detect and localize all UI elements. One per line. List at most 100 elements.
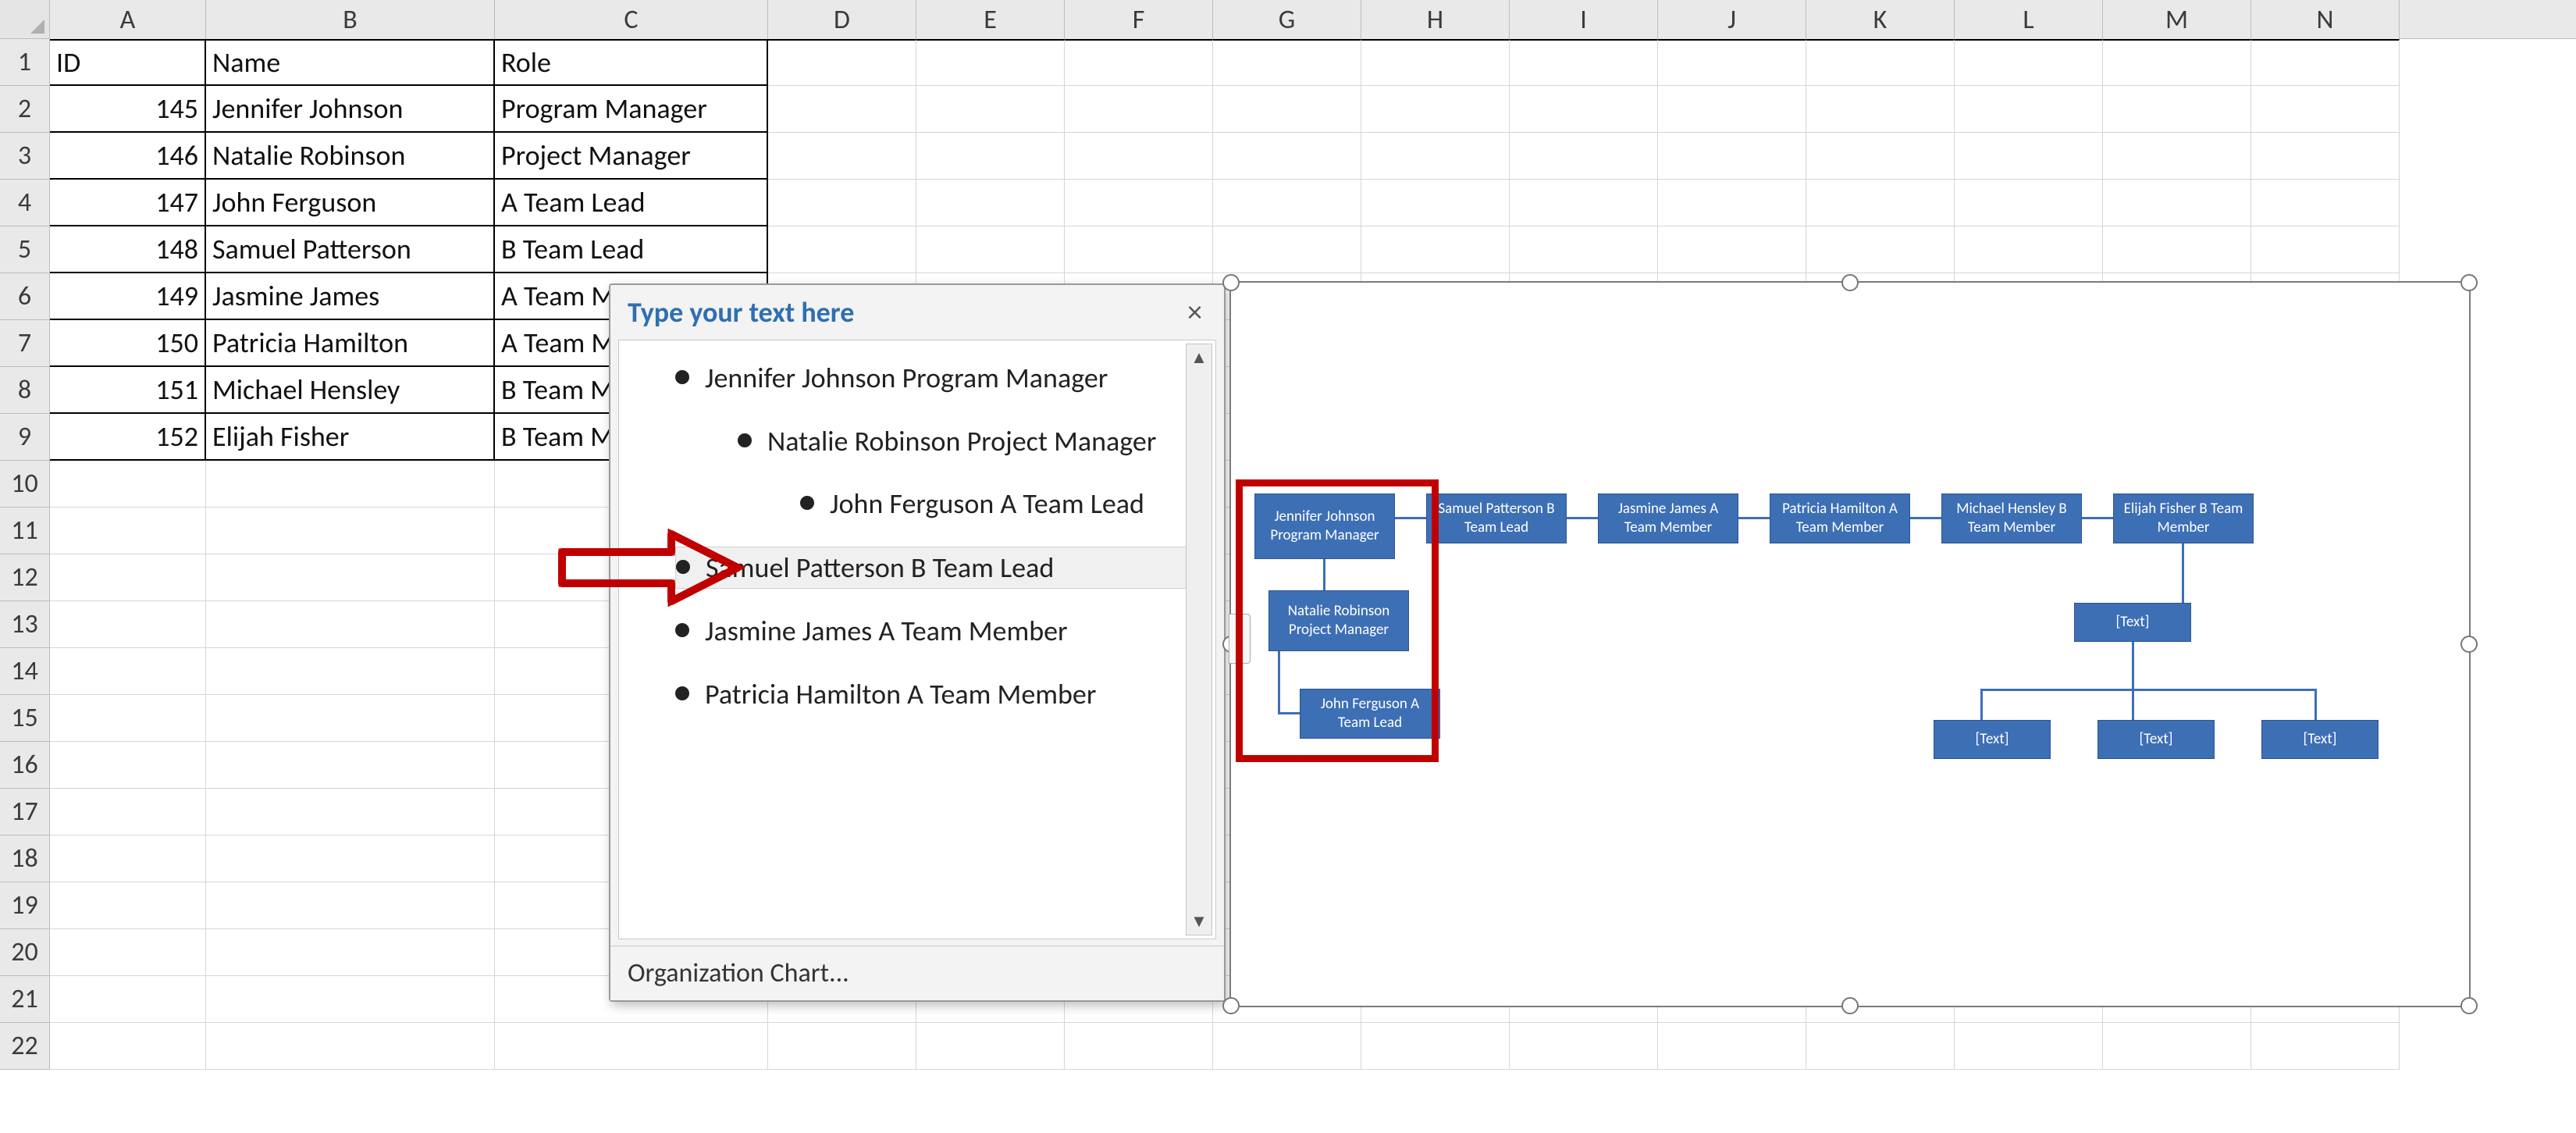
cell[interactable] [1955, 180, 2103, 226]
cell[interactable]: ID [50, 39, 206, 86]
cell[interactable] [1658, 180, 1806, 226]
org-node[interactable]: John Ferguson A Team Lead [1300, 689, 1440, 739]
selection-handle[interactable] [2460, 274, 2478, 291]
cell[interactable] [2103, 86, 2251, 133]
cell[interactable] [206, 508, 495, 554]
cell[interactable] [1658, 39, 1806, 86]
cell[interactable] [50, 648, 206, 695]
cell[interactable] [1658, 1023, 1806, 1070]
row-header-11[interactable]: 11 [0, 508, 50, 554]
org-node[interactable]: Natalie Robinson Project Manager [1268, 590, 1409, 651]
row-header-9[interactable]: 9 [0, 414, 50, 461]
cell[interactable] [50, 882, 206, 929]
col-header-H[interactable]: H [1361, 0, 1510, 39]
cell[interactable] [2251, 133, 2400, 180]
org-node[interactable]: Jennifer Johnson Program Manager [1254, 493, 1395, 559]
col-header-B[interactable]: B [206, 0, 495, 39]
selection-handle[interactable] [2460, 636, 2478, 653]
cell[interactable] [1806, 180, 1955, 226]
col-header-I[interactable]: I [1510, 0, 1658, 39]
row-header-13[interactable]: 13 [0, 601, 50, 648]
cell[interactable] [1065, 133, 1213, 180]
cell[interactable] [916, 39, 1065, 86]
row-header-3[interactable]: 3 [0, 133, 50, 180]
cell[interactable] [50, 976, 206, 1023]
cell[interactable] [916, 226, 1065, 273]
selection-handle[interactable] [1222, 274, 1240, 291]
row-header-21[interactable]: 21 [0, 976, 50, 1023]
text-pane-body[interactable]: Jennifer Johnson Program ManagerNatalie … [618, 340, 1216, 939]
row-header-12[interactable]: 12 [0, 554, 50, 601]
col-header-N[interactable]: N [2251, 0, 2400, 39]
cell[interactable] [1361, 1023, 1510, 1070]
text-pane-footer[interactable]: Organization Chart... [610, 946, 1224, 1000]
cell[interactable] [1955, 1023, 2103, 1070]
col-header-J[interactable]: J [1658, 0, 1806, 39]
cell[interactable] [768, 1023, 916, 1070]
cell[interactable] [1361, 86, 1510, 133]
cell[interactable] [2103, 180, 2251, 226]
cell[interactable]: 151 [50, 367, 206, 414]
cell[interactable]: Elijah Fisher [206, 414, 495, 461]
cell[interactable] [2251, 180, 2400, 226]
row-header-18[interactable]: 18 [0, 835, 50, 882]
cell[interactable] [1065, 86, 1213, 133]
cell[interactable] [1658, 86, 1806, 133]
text-pane-scrollbar[interactable]: ▲ ▼ [1186, 344, 1212, 935]
cell[interactable] [2251, 226, 2400, 273]
row-header-20[interactable]: 20 [0, 929, 50, 976]
cell[interactable] [2103, 226, 2251, 273]
org-node-placeholder[interactable]: [Text] [1934, 720, 2051, 759]
cell[interactable] [1213, 180, 1361, 226]
smartart-text-pane[interactable]: Type your text here × Jennifer Johnson P… [609, 283, 1226, 1002]
cell[interactable] [206, 554, 495, 601]
scroll-up-icon[interactable]: ▲ [1189, 347, 1209, 368]
cell[interactable] [50, 508, 206, 554]
selection-handle[interactable] [2460, 997, 2478, 1014]
cell[interactable]: 152 [50, 414, 206, 461]
cell[interactable] [1510, 180, 1658, 226]
cell[interactable] [50, 461, 206, 508]
row-header-4[interactable]: 4 [0, 180, 50, 226]
text-pane-toggle[interactable]: › [1229, 614, 1251, 664]
row-header-10[interactable]: 10 [0, 461, 50, 508]
cell[interactable]: Jennifer Johnson [206, 86, 495, 133]
cell[interactable] [2103, 39, 2251, 86]
cell[interactable] [916, 86, 1065, 133]
org-node-placeholder[interactable]: [Text] [2097, 720, 2215, 759]
smartart-diagram[interactable]: › Jennifer Johnson Program Manager Samue… [1229, 281, 2471, 1007]
cell[interactable] [916, 133, 1065, 180]
cell[interactable] [1361, 226, 1510, 273]
text-pane-item[interactable]: Natalie Robinson Project Manager [738, 421, 1198, 462]
cell[interactable]: 148 [50, 226, 206, 273]
cell[interactable]: A Team Lead [495, 180, 768, 226]
cell[interactable]: 149 [50, 273, 206, 320]
cell[interactable] [768, 180, 916, 226]
cell[interactable] [1213, 133, 1361, 180]
cell[interactable] [2251, 86, 2400, 133]
select-all-corner[interactable] [0, 0, 50, 39]
cell[interactable]: Project Manager [495, 133, 768, 180]
cell[interactable] [50, 1023, 206, 1070]
cell[interactable] [1065, 226, 1213, 273]
cell[interactable] [206, 742, 495, 789]
cell[interactable] [1510, 133, 1658, 180]
col-header-M[interactable]: M [2103, 0, 2251, 39]
org-node[interactable]: Elijah Fisher B Team Member [2113, 493, 2254, 543]
cell[interactable]: 145 [50, 86, 206, 133]
cell[interactable] [206, 789, 495, 835]
cell[interactable] [1806, 86, 1955, 133]
cell[interactable] [2251, 39, 2400, 86]
cell[interactable] [1361, 180, 1510, 226]
text-pane-item[interactable]: Patricia Hamilton A Team Member [675, 674, 1198, 715]
cell[interactable] [1510, 86, 1658, 133]
cell[interactable] [1361, 39, 1510, 86]
col-header-A[interactable]: A [50, 0, 206, 39]
row-header-6[interactable]: 6 [0, 273, 50, 320]
text-pane-item[interactable]: Jasmine James A Team Member [675, 611, 1198, 652]
row-header-15[interactable]: 15 [0, 695, 50, 742]
cell[interactable] [768, 86, 916, 133]
cell[interactable] [206, 1023, 495, 1070]
cell[interactable]: Samuel Patterson [206, 226, 495, 273]
cell[interactable] [1510, 226, 1658, 273]
